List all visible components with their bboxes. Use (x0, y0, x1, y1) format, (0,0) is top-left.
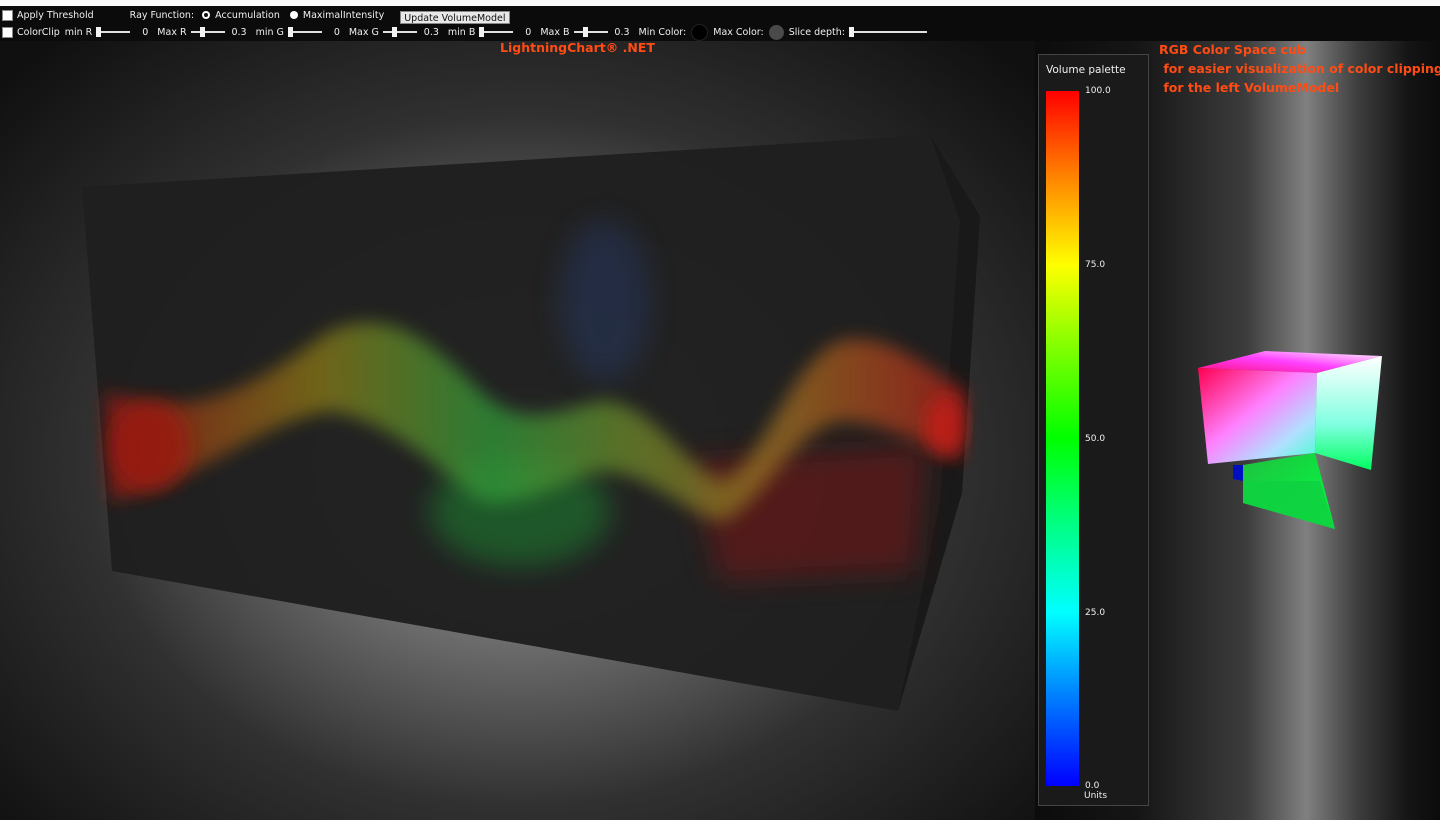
accumulation-label: Accumulation (215, 9, 280, 21)
maximal-intensity-label: MaximalIntensity (302, 9, 385, 21)
blue-peak (560, 221, 650, 381)
min-color-swatch[interactable] (691, 23, 709, 41)
palette-tick: 100.0 (1085, 86, 1111, 96)
palette-units: Units (1084, 791, 1108, 801)
max-r-value: 0.3 (231, 26, 247, 38)
apply-threshold-checkbox[interactable] (2, 9, 13, 21)
maximal-intensity-radio[interactable] (289, 11, 298, 19)
slice-depth-slider[interactable] (849, 27, 927, 37)
volume-palette-legend: Volume palette 100.0 75.0 50.0 25.0 0.0 … (1038, 54, 1149, 806)
toolbar-row-2: ColorClip min R 0 Max R 0.3 min G 0 Max … (0, 23, 933, 41)
palette-color-bar (1046, 91, 1079, 786)
min-b-label: min B (447, 26, 476, 38)
cube-side-face (1315, 356, 1382, 470)
toolbar: Apply Threshold Ray Function: Accumulati… (0, 6, 1440, 41)
max-color-label: Max Color: (713, 26, 764, 38)
palette-title: Volume palette (1046, 64, 1126, 76)
colorclip-checkbox[interactable] (2, 26, 13, 38)
ray-function-label: Ray Function: (129, 9, 195, 21)
cube-green-base (1243, 481, 1335, 529)
cube-front-face (1198, 368, 1317, 464)
max-b-slider[interactable] (573, 27, 608, 37)
slice-depth-label: Slice depth: (788, 26, 845, 38)
toolbar-row-1: Apply Threshold Ray Function: Accumulati… (0, 7, 510, 24)
palette-tick: 75.0 (1085, 260, 1106, 270)
min-r-value: 0 (142, 26, 149, 38)
min-r-slider[interactable] (96, 27, 131, 37)
min-b-slider[interactable] (479, 27, 514, 37)
max-b-value: 0.3 (614, 26, 630, 38)
max-r-slider[interactable] (190, 27, 225, 37)
apply-threshold-label: Apply Threshold (17, 9, 94, 21)
accumulation-radio[interactable] (202, 11, 211, 19)
min-r-label: min R (64, 26, 93, 38)
volume-model-render (82, 135, 980, 711)
min-b-value: 0 (525, 26, 532, 38)
max-r-label: Max R (157, 26, 187, 38)
right-red-highlight (925, 396, 965, 456)
palette-tick: 50.0 (1085, 434, 1106, 444)
min-g-label: min G (255, 26, 284, 38)
min-g-slider[interactable] (287, 27, 322, 37)
cube-blue-corner (1233, 465, 1243, 481)
max-g-label: Max G (348, 26, 379, 38)
max-g-value: 0.3 (423, 26, 439, 38)
max-color-swatch[interactable] (768, 24, 784, 40)
lightningchart-brand: LightningChart® .NET (500, 40, 655, 55)
palette-tick: 25.0 (1085, 608, 1106, 618)
max-g-slider[interactable] (382, 27, 417, 37)
max-b-label: Max B (540, 26, 570, 38)
update-volume-model-button[interactable]: Update VolumeModel (400, 10, 510, 24)
colorclip-label: ColorClip (17, 26, 60, 38)
palette-tick: 0.0 (1085, 781, 1100, 791)
min-g-value: 0 (333, 26, 340, 38)
left-red-highlight (110, 401, 190, 491)
min-color-label: Min Color: (638, 26, 687, 38)
